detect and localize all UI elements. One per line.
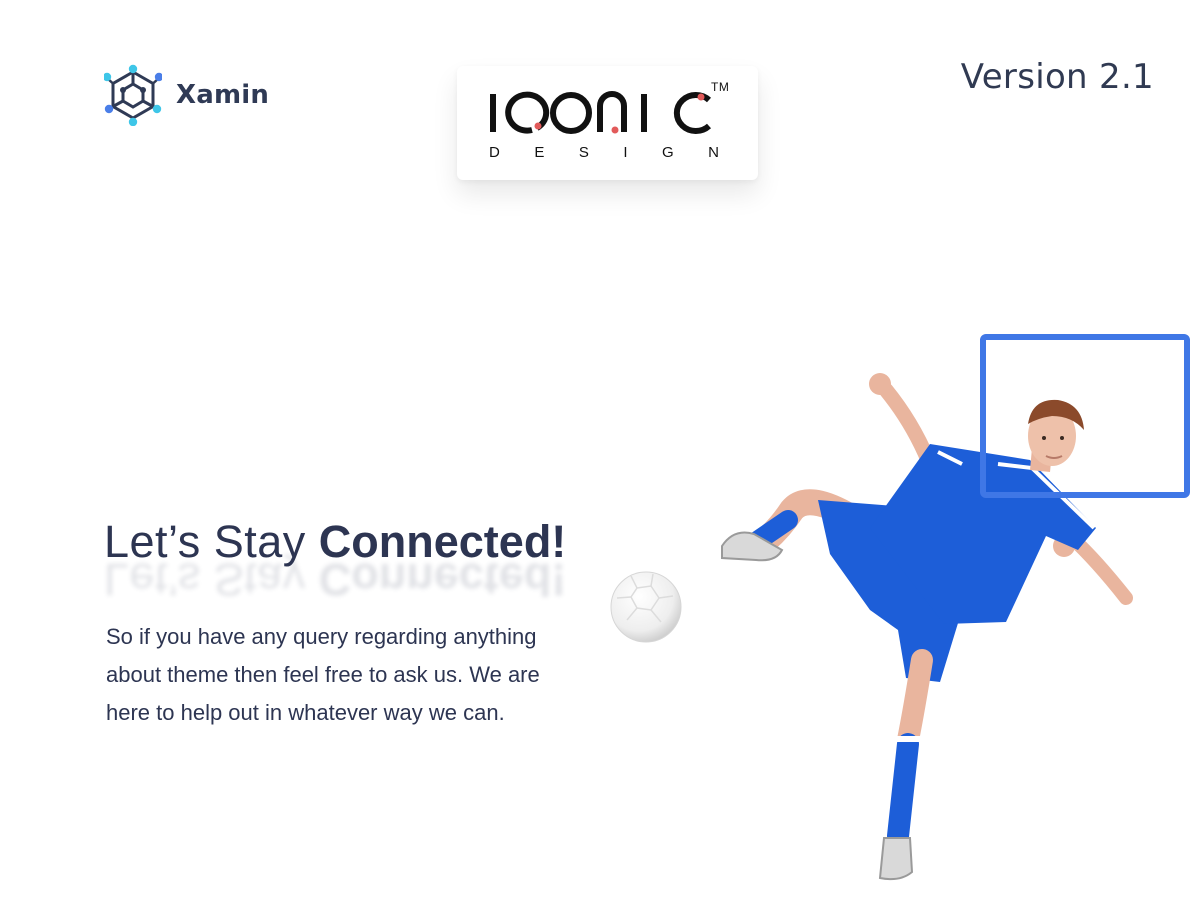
hero-title-light: Let’s Stay: [104, 516, 319, 567]
hero-body-text: So if you have any query regarding anyth…: [106, 624, 540, 725]
subtitle-letter: D: [489, 144, 500, 161]
subtitle-letter: G: [661, 144, 674, 161]
hero-title: Let’s Stay Connected!: [104, 516, 566, 568]
soccer-ball-icon: [607, 570, 685, 650]
trademark-label: TM: [711, 80, 730, 94]
highlight-frame: [980, 334, 1190, 498]
version-label: Version 2.1: [960, 57, 1154, 97]
partner-logo-card[interactable]: TM D E S I G N: [457, 66, 758, 180]
brand-name: Xamin: [176, 80, 270, 110]
subtitle-letter: S: [578, 144, 589, 161]
partner-logo-subtitle: D E S I G N: [489, 144, 719, 161]
brand[interactable]: Xamin: [104, 62, 269, 128]
subtitle-letter: E: [534, 144, 545, 161]
subtitle-letter: I: [623, 144, 628, 161]
hero-title-bold: Connected!: [318, 516, 567, 567]
page: Xamin TM D E S I G N Version 2.1 Let’s S…: [0, 0, 1200, 900]
subtitle-letter: N: [708, 144, 719, 161]
hexagon-network-icon: [104, 64, 162, 126]
